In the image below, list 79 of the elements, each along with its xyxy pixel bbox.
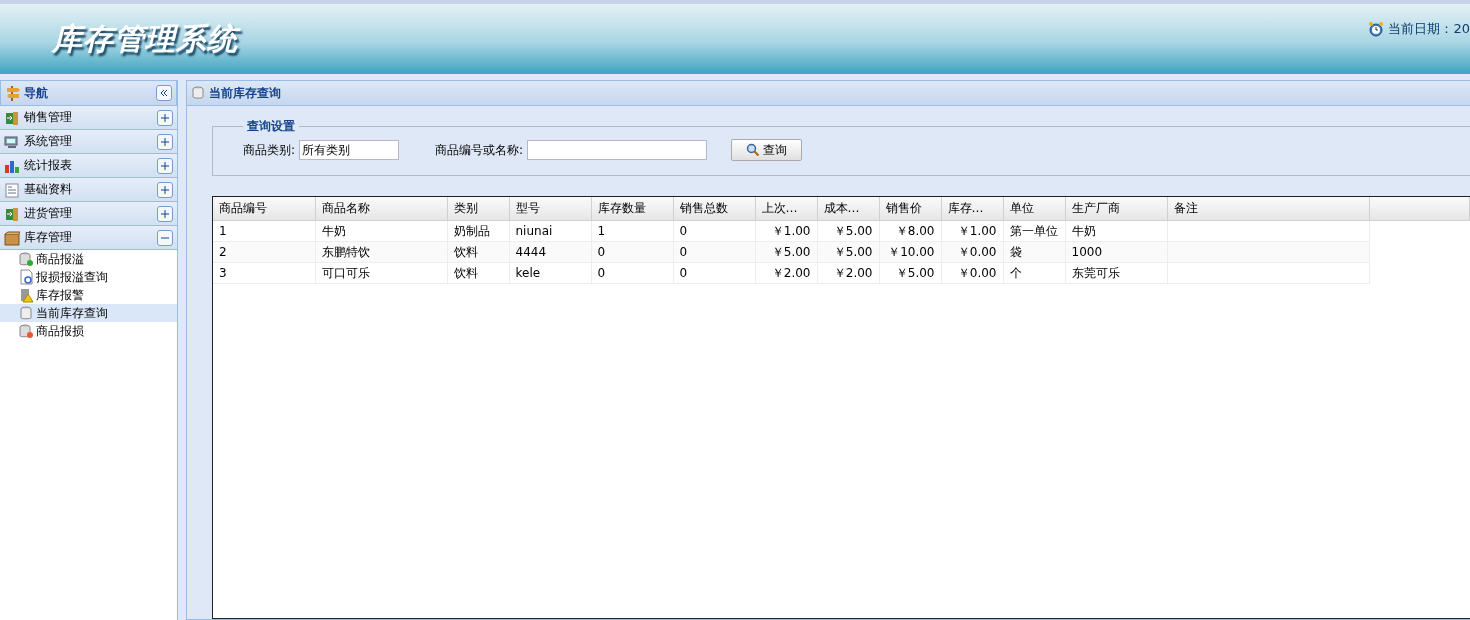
nav-item[interactable]: 库存报警 [0, 286, 177, 304]
column-header[interactable]: 上次… [755, 197, 817, 221]
search-icon [746, 143, 761, 157]
column-header[interactable]: 成本… [817, 197, 879, 221]
nav-section[interactable]: 销售管理 [0, 106, 177, 130]
table-cell: 1 [213, 220, 315, 242]
table-cell: 0 [673, 262, 755, 284]
section-icon [4, 181, 20, 198]
nav-item[interactable]: 报损报溢查询 [0, 268, 177, 286]
nav-item[interactable]: 商品报损 [0, 322, 177, 340]
table-cell: niunai [509, 220, 591, 242]
nav-title: 导航 [24, 84, 49, 102]
item-icon [18, 251, 34, 267]
nav-section[interactable]: 统计报表 [0, 154, 177, 178]
nav-section[interactable]: 基础资料 [0, 178, 177, 202]
table-cell: ￥2.00 [755, 262, 817, 284]
table-cell: 东莞可乐 [1065, 262, 1167, 284]
section-icon [4, 229, 20, 246]
field-label: 商品类别: [243, 141, 296, 159]
table-cell: ￥2.00 [817, 262, 879, 284]
plus-icon[interactable] [157, 205, 173, 222]
panel-title: 当前库存查询 [209, 84, 281, 102]
column-header[interactable]: 销售总数 [673, 197, 755, 221]
column-header[interactable]: 单位 [1003, 197, 1065, 221]
table-cell: ￥5.00 [879, 262, 941, 284]
column-header[interactable]: 类别 [447, 197, 509, 221]
table-cell: 奶制品 [447, 220, 509, 242]
section-icon [4, 109, 20, 126]
table-cell: 0 [673, 220, 755, 242]
table-cell: ￥1.00 [755, 220, 817, 242]
table-cell: 个 [1003, 262, 1065, 284]
table-cell: kele [509, 262, 591, 284]
table-cell: 可口可乐 [315, 262, 447, 284]
section-icon [4, 205, 20, 222]
plus-icon[interactable] [157, 109, 173, 126]
current-date-label: 当前日期：20 [1388, 20, 1470, 38]
nav-item[interactable]: 商品报溢 [0, 250, 177, 268]
item-icon [18, 287, 34, 303]
nav-section[interactable]: 进货管理 [0, 202, 177, 226]
table-cell: 1 [591, 220, 673, 242]
section-icon [4, 133, 20, 150]
table-cell: 饮料 [447, 262, 509, 284]
column-header[interactable]: 库存数量 [591, 197, 673, 221]
table-cell: ￥5.00 [817, 220, 879, 242]
column-header[interactable]: 型号 [509, 197, 591, 221]
input-field[interactable] [527, 140, 708, 160]
search-button[interactable]: 查询 [731, 139, 803, 161]
item-icon [18, 269, 34, 285]
table-cell: 3 [213, 262, 315, 284]
table-cell: ￥0.00 [941, 262, 1003, 284]
database-icon [191, 86, 205, 100]
column-header[interactable]: 生产厂商 [1065, 197, 1167, 221]
column-header[interactable]: 商品名称 [315, 197, 447, 221]
table-cell: 第一单位 [1003, 220, 1065, 242]
signpost-icon [5, 85, 21, 101]
input-field[interactable]: 所有类别 [299, 140, 400, 160]
column-header[interactable]: 库存… [941, 197, 1003, 221]
nav-section[interactable]: 系统管理 [0, 130, 177, 154]
minus-icon[interactable] [157, 229, 173, 246]
table-cell: 牛奶 [1065, 220, 1167, 242]
table-cell: ￥8.00 [879, 220, 941, 242]
field-label: 商品编号或名称: [435, 141, 524, 159]
table-cell: 牛奶 [315, 220, 447, 242]
plus-icon[interactable] [157, 181, 173, 198]
column-header[interactable]: 商品编号 [213, 197, 315, 221]
nav-section[interactable]: 库存管理 [0, 226, 177, 250]
column-header[interactable]: 销售价 [879, 197, 941, 221]
table-cell: 2 [213, 241, 315, 263]
collapse-icon[interactable] [156, 85, 172, 101]
table-cell: 0 [591, 262, 673, 284]
nav-item[interactable]: 当前库存查询 [0, 304, 177, 322]
plus-icon[interactable] [157, 133, 173, 150]
item-icon [18, 323, 34, 339]
alarm-clock-icon [1368, 21, 1385, 37]
group-legend: 查询设置 [243, 118, 299, 135]
plus-icon[interactable] [157, 157, 173, 174]
table-cell: ￥1.00 [941, 220, 1003, 242]
item-icon [18, 305, 34, 321]
column-header[interactable]: 备注 [1167, 197, 1369, 221]
